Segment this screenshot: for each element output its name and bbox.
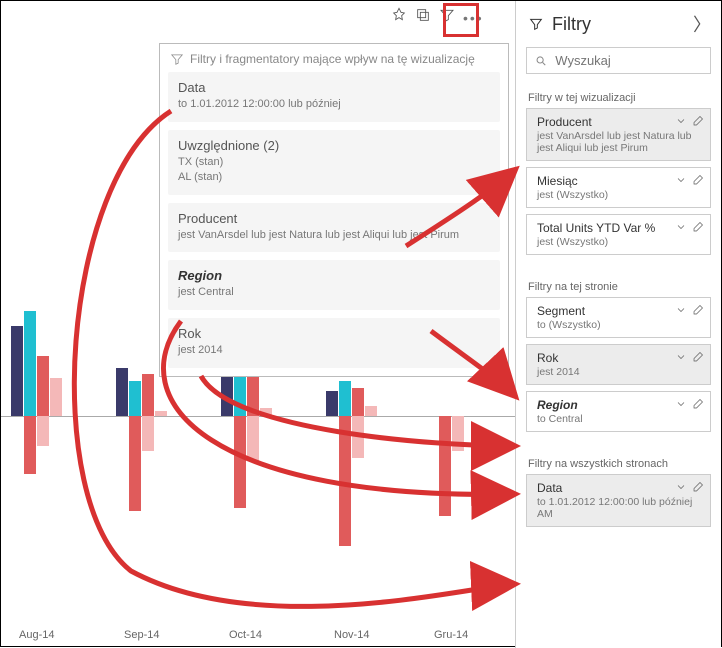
filter-card-controls [675,173,704,191]
filter-card-controls [675,114,704,132]
collapse-pane-icon[interactable]: 〉 [693,11,711,37]
eraser-icon[interactable] [692,480,704,498]
bar [352,388,364,416]
tooltip-card-sub: jest 2014 [178,343,490,358]
bar [129,416,141,511]
filter-card-controls [675,480,704,498]
section-viz-filters: Filtry w tej wizualizacji [516,86,721,108]
x-tick: Sep-14 [124,629,159,641]
eraser-icon[interactable] [692,220,704,238]
filter-card[interactable]: Rokjest 2014 [526,344,711,385]
bar [11,326,23,416]
section-page-filters: Filtry na tej stronie [516,275,721,297]
tooltip-card-title: Region [178,268,490,283]
tooltip-card-title: Rok [178,326,490,341]
tooltip-header: Filtry i fragmentatory mające wpływ na t… [166,50,502,72]
filter-card-controls [675,397,704,415]
tooltip-filter-card: Region jest Central [168,260,500,310]
bar [50,378,62,416]
search-icon [535,54,547,68]
chevron-down-icon[interactable] [675,114,687,132]
bar [37,416,49,446]
bar [339,381,351,416]
bar [260,408,272,416]
tooltip-filter-card: Rok jest 2014 [168,318,500,368]
filter-card[interactable]: Total Units YTD Var %jest (Wszystko) [526,214,711,255]
bar [24,311,36,416]
section-all-filters: Filtry na wszystkich stronach [516,452,721,474]
funnel-glyph [528,16,544,32]
eraser-icon[interactable] [692,397,704,415]
bar [221,376,233,416]
filters-pane-header: Filtry 〉 [516,1,721,43]
chevron-down-icon[interactable] [675,303,687,321]
chevron-down-icon[interactable] [675,220,687,238]
eraser-icon[interactable] [692,350,704,368]
bar [452,416,464,451]
bar [365,406,377,416]
tooltip-card-sub: to 1.01.2012 12:00:00 lub później [178,97,490,112]
bar [24,416,36,474]
filter-card-controls [675,350,704,368]
filter-card-controls [675,303,704,321]
tooltip-filter-card: Data to 1.01.2012 12:00:00 lub później [168,72,500,122]
pin-icon[interactable] [391,7,407,28]
applied-filters-tooltip: Filtry i fragmentatory mające wpływ na t… [159,43,509,377]
filter-card[interactable]: Datato 1.01.2012 12:00:00 lub później AM [526,474,711,527]
filter-card-sub: to 1.01.2012 12:00:00 lub później AM [537,495,702,520]
bar [247,416,259,461]
bar [142,416,154,451]
tooltip-header-text: Filtry i fragmentatory mające wpływ na t… [190,52,475,66]
chevron-down-icon[interactable] [675,173,687,191]
bar [142,374,154,416]
tooltip-card-title: Producent [178,211,490,226]
bar [37,356,49,416]
search-input[interactable] [555,53,702,68]
tooltip-card-title: Uwzględnione (2) [178,138,490,153]
tooltip-card-title: Data [178,80,490,95]
chevron-down-icon[interactable] [675,350,687,368]
highlight-filter-icon [443,3,479,37]
filters-pane-title: Filtry [552,14,591,35]
filter-card[interactable]: Miesiącjest (Wszystko) [526,167,711,208]
x-tick: Gru-14 [434,629,468,641]
bar [352,416,364,458]
bar [129,381,141,416]
bar [155,411,167,416]
copy-icon[interactable] [415,7,431,28]
tooltip-filter-card: Producent jest VanArsdel lub jest Natura … [168,203,500,253]
x-tick: Aug-14 [19,629,54,641]
filters-pane: Filtry 〉 Filtry w tej wizualizacji Produ… [515,1,721,648]
bar [116,368,128,416]
tooltip-card-sub: jest VanArsdel lub jest Natura lub jest … [178,228,490,243]
filter-card[interactable]: Segmentto (Wszystko) [526,297,711,338]
search-box[interactable] [526,47,711,74]
filter-card-controls [675,220,704,238]
filter-card-sub: jest VanArsdel lub jest Natura lub jest … [537,129,702,154]
eraser-icon[interactable] [692,303,704,321]
tooltip-filter-card: Uwzględnione (2) TX (stan) AL (stan) [168,130,500,195]
tooltip-card-sub: TX (stan) AL (stan) [178,155,490,185]
bar [234,416,246,508]
bar [326,391,338,416]
filter-card[interactable]: Regionto Central [526,391,711,432]
eraser-icon[interactable] [692,114,704,132]
chevron-down-icon[interactable] [675,397,687,415]
filter-card[interactable]: Producentjest VanArsdel lub jest Natura … [526,108,711,161]
x-tick: Nov-14 [334,629,369,641]
eraser-icon[interactable] [692,173,704,191]
bar [439,416,451,516]
x-tick: Oct-14 [229,629,262,641]
chevron-down-icon[interactable] [675,480,687,498]
bar [339,416,351,546]
tooltip-card-sub: jest Central [178,285,490,300]
bar [247,374,259,416]
